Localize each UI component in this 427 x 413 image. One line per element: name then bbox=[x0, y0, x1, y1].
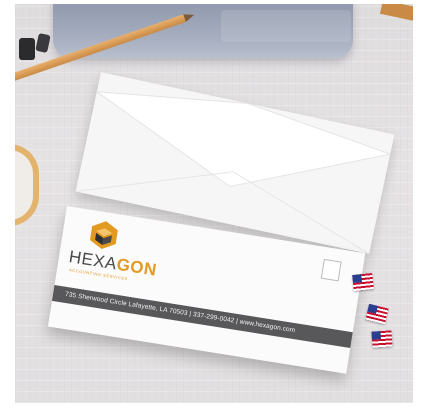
flag-canton bbox=[367, 303, 378, 314]
desk-photo: HEXAGON ACCOUNTING SERVICES 735 Sherwood… bbox=[15, 4, 413, 403]
photo-frame: HEXAGON ACCOUNTING SERVICES 735 Sherwood… bbox=[0, 0, 427, 413]
hexagon-logo-icon bbox=[89, 221, 118, 249]
flag-canton bbox=[371, 331, 382, 340]
laptop-trackpad bbox=[221, 10, 351, 42]
return-address: 735 Sherwood Circle Lafayette, LA 70503 … bbox=[64, 290, 296, 335]
us-flag-stamp bbox=[352, 272, 374, 292]
us-flag-stamp bbox=[371, 330, 393, 348]
flag-canton bbox=[352, 274, 363, 284]
stamp-placeholder bbox=[320, 258, 342, 282]
binder-clip bbox=[19, 38, 35, 60]
